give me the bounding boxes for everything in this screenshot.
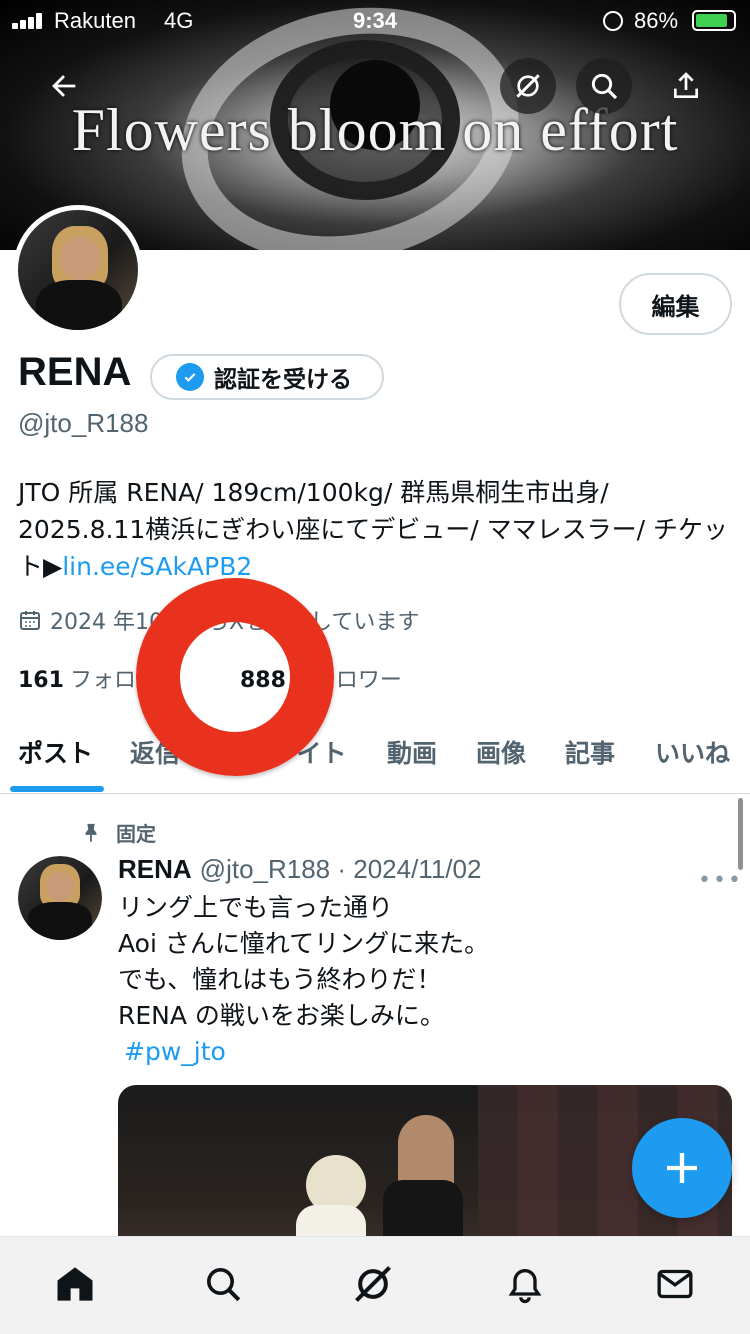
tab-articles[interactable]: 記事 [565, 734, 615, 770]
post-line: Aoi さんに憧れてリングに来た。 [118, 929, 490, 958]
battery-percent: 86% [634, 8, 679, 33]
nav-home[interactable] [52, 1261, 98, 1307]
nav-explore[interactable] [200, 1261, 246, 1307]
post-line: リング上でも言った通り [118, 893, 394, 922]
status-bar: Rakuten 4G 9:34 86% [0, 0, 750, 42]
post-line: でも、憧れはもう終わりだ！ [118, 965, 442, 994]
post-hashtag[interactable]: #pw_jto [118, 1034, 718, 1070]
profile-name: RENA [18, 350, 132, 394]
grok-icon [516, 74, 540, 98]
edit-profile-button[interactable]: 編集 [619, 273, 732, 335]
search-icon [591, 73, 618, 100]
profile-tabs: ポスト 返信 ハイライト 動画 画像 記事 いいね [0, 716, 750, 794]
post-author[interactable]: RENA [118, 854, 192, 884]
tab-videos[interactable]: 動画 [387, 734, 437, 770]
nav-notifications[interactable] [502, 1261, 548, 1307]
arrow-left-icon [52, 75, 76, 97]
tab-posts[interactable]: ポスト [18, 734, 93, 770]
rotation-lock-icon [603, 11, 623, 31]
battery-icon [692, 10, 736, 31]
home-icon [57, 1267, 93, 1301]
red-ring-overlay [136, 578, 334, 776]
search-icon [207, 1268, 241, 1302]
grok-button[interactable] [500, 58, 556, 114]
share-button[interactable] [658, 58, 714, 114]
get-verified-button[interactable]: 認証を受ける [150, 354, 384, 400]
bell-icon [508, 1269, 542, 1304]
get-verified-label: 認証を受ける [214, 367, 352, 393]
pinned-label: 固定 [80, 818, 156, 847]
post-handle-date: @jto_R188 · 2024/11/02 [199, 854, 482, 884]
search-button[interactable] [576, 58, 632, 114]
post-header: RENA @jto_R188 · 2024/11/02 [118, 854, 481, 885]
banner-text: Flowers bloom on effort [71, 97, 679, 163]
post-line: RENA の戦いをお楽しみに。 [118, 1001, 445, 1030]
avatar-image [18, 856, 102, 940]
share-icon [674, 72, 698, 98]
profile-avatar[interactable] [13, 205, 143, 335]
compose-button[interactable] [632, 1118, 732, 1218]
profile-bio: JTO 所属 RENA/ 189cm/100kg/ 群馬県桐生市出身/ 2025… [18, 474, 734, 585]
plus-icon [667, 1153, 697, 1183]
calendar-icon [20, 611, 40, 630]
scrollbar[interactable] [738, 798, 743, 870]
back-button[interactable] [36, 58, 92, 114]
post-text: リング上でも言った通り Aoi さんに憧れてリングに来た。 でも、憧れはもう終わ… [118, 890, 718, 1070]
verified-badge-icon [176, 363, 204, 391]
mail-icon [657, 1269, 693, 1299]
bio-link[interactable]: lin.ee/SAkAPB2 [62, 552, 252, 581]
bottom-navigation [0, 1236, 750, 1334]
nav-messages[interactable] [652, 1261, 698, 1307]
profile-handle: @jto_R188 [18, 408, 149, 438]
tab-images[interactable]: 画像 [476, 734, 526, 770]
nav-grok[interactable] [350, 1261, 396, 1307]
post-avatar[interactable] [18, 856, 102, 940]
pin-icon [85, 823, 97, 842]
tab-likes[interactable]: いいね [655, 734, 730, 770]
active-tab-indicator [10, 786, 104, 792]
grok-icon [355, 1266, 391, 1302]
avatar-image [18, 210, 138, 330]
